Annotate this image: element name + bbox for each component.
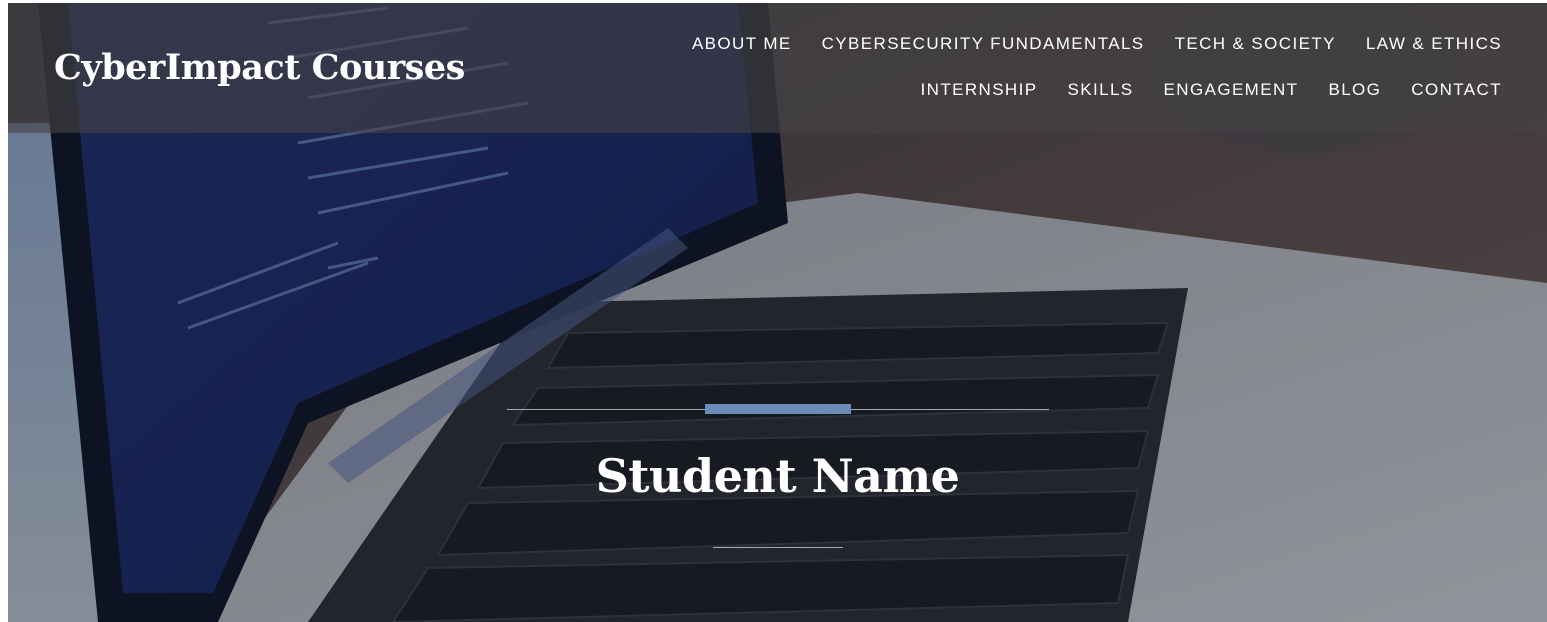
primary-nav-row-1: ABOUT ME CYBERSECURITY FUNDAMENTALS TECH… xyxy=(692,34,1502,54)
hero-banner: CyberImpact Courses ABOUT ME CYBERSECURI… xyxy=(8,3,1547,622)
nav-item-contact[interactable]: CONTACT xyxy=(1411,80,1502,100)
nav-item-blog[interactable]: BLOG xyxy=(1328,80,1381,100)
nav-item-law-ethics[interactable]: LAW & ETHICS xyxy=(1366,34,1502,54)
title-divider-bottom xyxy=(713,547,843,548)
nav-item-about-me[interactable]: ABOUT ME xyxy=(692,34,792,54)
nav-item-skills[interactable]: SKILLS xyxy=(1067,80,1133,100)
site-title[interactable]: CyberImpact Courses xyxy=(54,47,465,88)
primary-nav-row-2: INTERNSHIP SKILLS ENGAGEMENT BLOG CONTAC… xyxy=(921,80,1502,100)
nav-item-tech-society[interactable]: TECH & SOCIETY xyxy=(1175,34,1336,54)
site-header: CyberImpact Courses ABOUT ME CYBERSECURI… xyxy=(8,3,1547,133)
page-title: Student Name xyxy=(595,449,960,503)
nav-item-internship[interactable]: INTERNSHIP xyxy=(921,80,1038,100)
nav-item-cybersecurity-fundamentals[interactable]: CYBERSECURITY FUNDAMENTALS xyxy=(822,34,1145,54)
nav-item-engagement[interactable]: ENGAGEMENT xyxy=(1164,80,1299,100)
page: CyberImpact Courses ABOUT ME CYBERSECURI… xyxy=(0,0,1547,622)
title-accent-bar xyxy=(705,404,851,414)
